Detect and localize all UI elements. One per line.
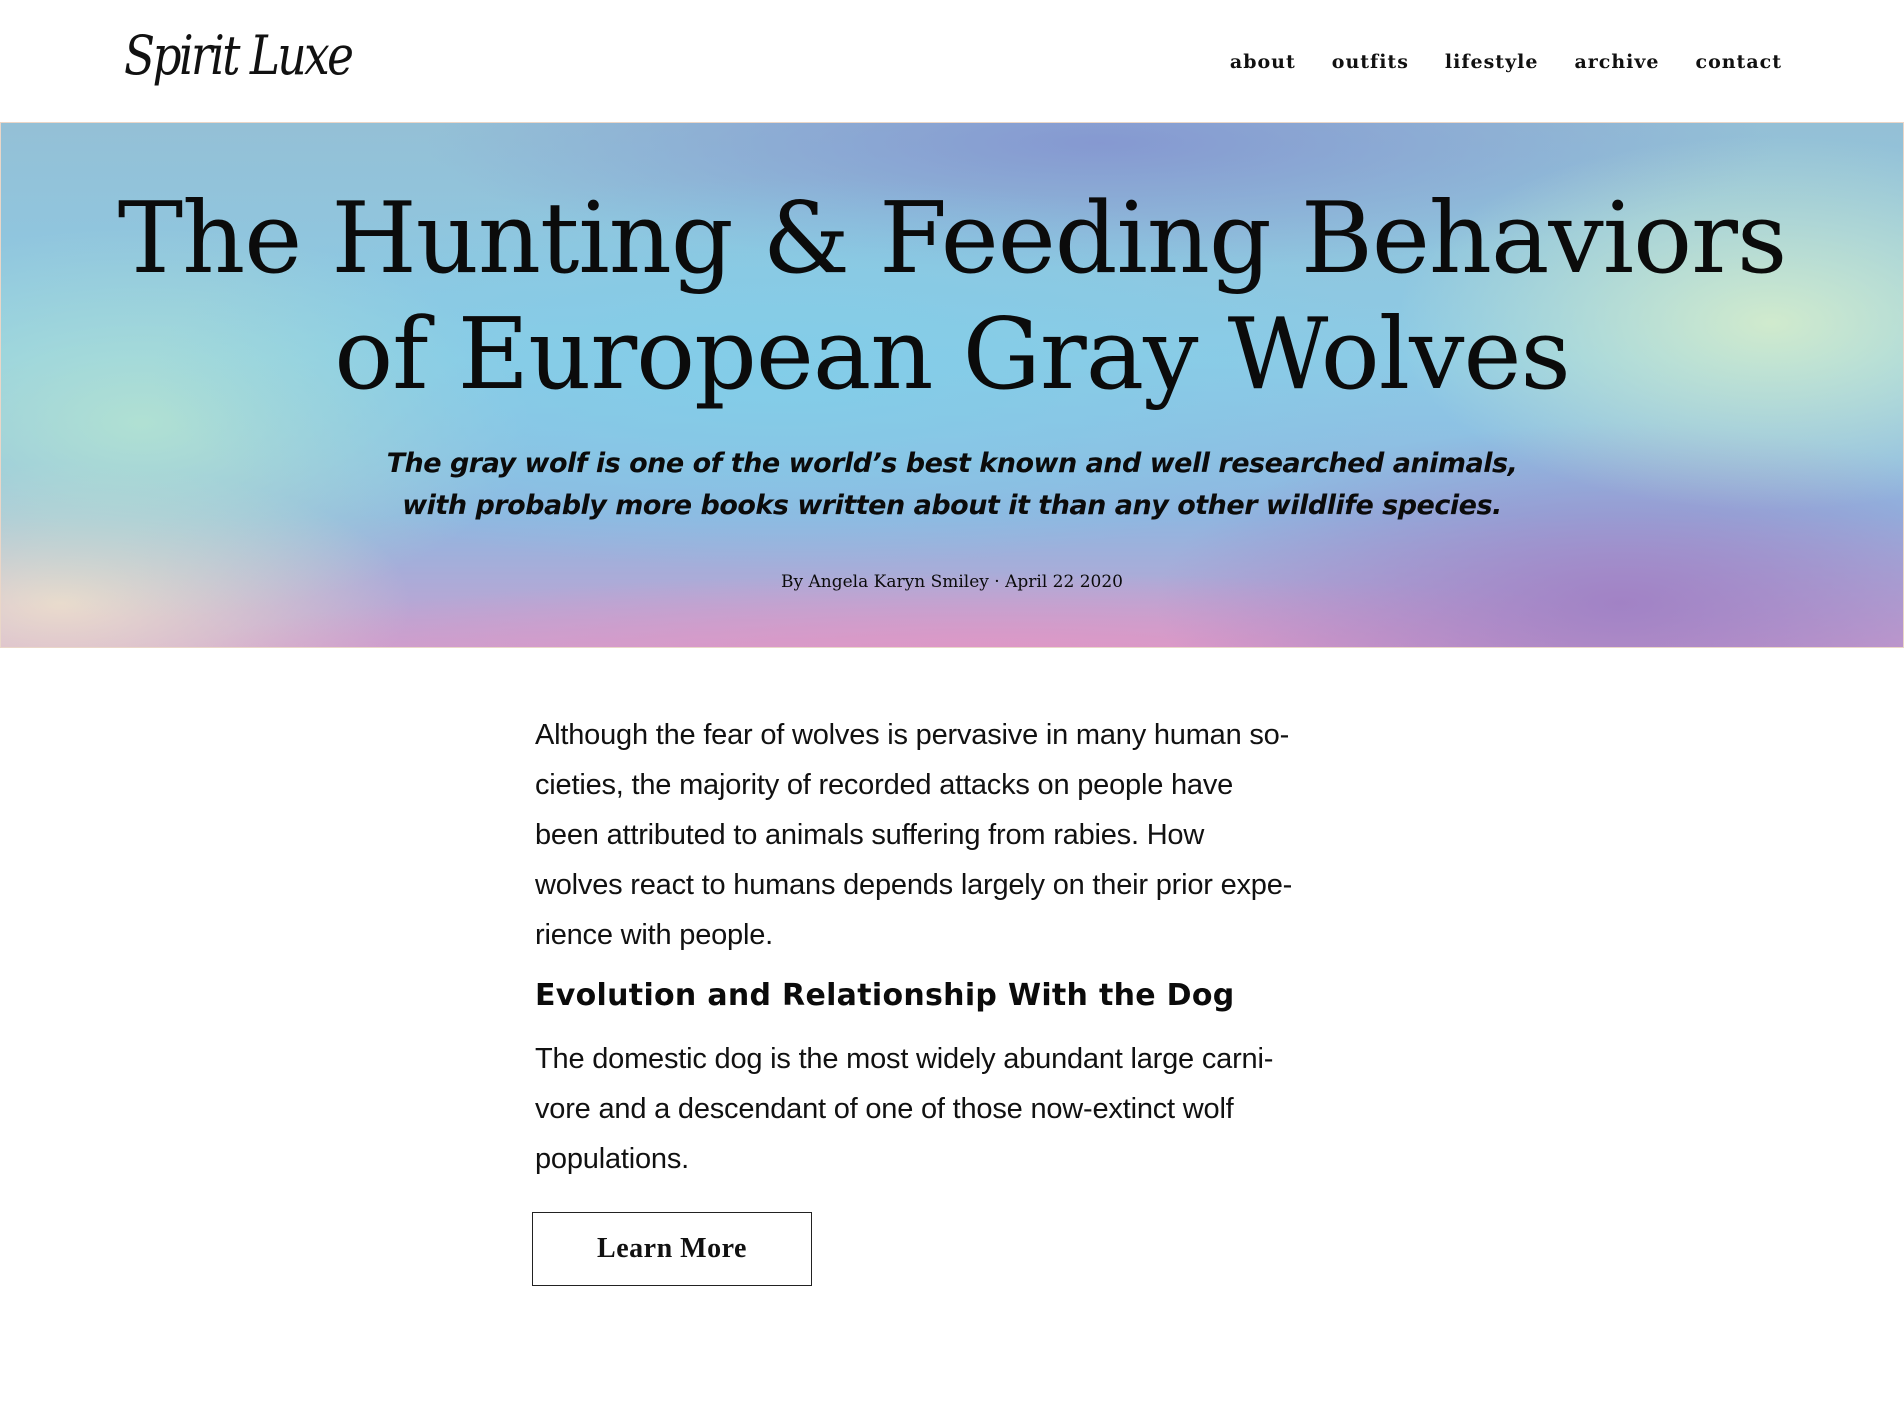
nav-link-about[interactable]: about <box>1230 50 1296 74</box>
site-header: Spirit Luxe about outfits lifestyle arch… <box>0 0 1904 122</box>
article-title-line: of European Gray Wolves <box>334 298 1571 412</box>
paragraph-line: Although the fear of wolves is pervasive… <box>535 719 1290 751</box>
main-nav: about outfits lifestyle archive contact <box>1230 50 1782 74</box>
nav-link-outfits[interactable]: outfits <box>1332 50 1409 74</box>
paragraph-line: rience with people. <box>535 919 774 951</box>
nav-link-archive[interactable]: archive <box>1574 50 1659 74</box>
nav-link-contact[interactable]: contact <box>1696 50 1783 74</box>
article-paragraph: Although the fear of wolves is pervasive… <box>535 710 1375 960</box>
article-title-line: The Hunting & Feeding Behaviors <box>117 182 1788 296</box>
article-paragraph: The domestic dog is the most widely abun… <box>535 1034 1375 1184</box>
article-title: The Hunting & Feeding Behaviors of Europ… <box>1 181 1903 413</box>
hero-banner: The Hunting & Feeding Behaviors of Europ… <box>0 122 1904 648</box>
learn-more-button[interactable]: Learn More <box>532 1212 812 1286</box>
paragraph-line: wolves react to humans depends largely o… <box>535 869 1293 901</box>
nav-link-lifestyle[interactable]: lifestyle <box>1445 50 1539 74</box>
article-subtitle: The gray wolf is one of the world’s best… <box>1 443 1903 527</box>
paragraph-line: been attributed to animals suffering fro… <box>535 819 1205 851</box>
paragraph-line: The domestic dog is the most widely abun… <box>535 1043 1274 1075</box>
article-byline: By Angela Karyn Smiley · April 22 2020 <box>781 572 1123 592</box>
paragraph-line: populations. <box>535 1143 689 1175</box>
site-logo[interactable]: Spirit Luxe <box>124 26 354 86</box>
paragraph-line: vore and a descendant of one of those no… <box>535 1093 1234 1125</box>
article-subtitle-line: The gray wolf is one of the world’s best… <box>386 448 1518 479</box>
section-heading: Evolution and Relationship With the Dog <box>535 978 1235 1013</box>
article-subtitle-line: with probably more books written about i… <box>402 490 1502 521</box>
paragraph-line: cieties, the majority of recorded attack… <box>535 769 1234 801</box>
article-body: Although the fear of wolves is pervasive… <box>532 710 1375 1286</box>
